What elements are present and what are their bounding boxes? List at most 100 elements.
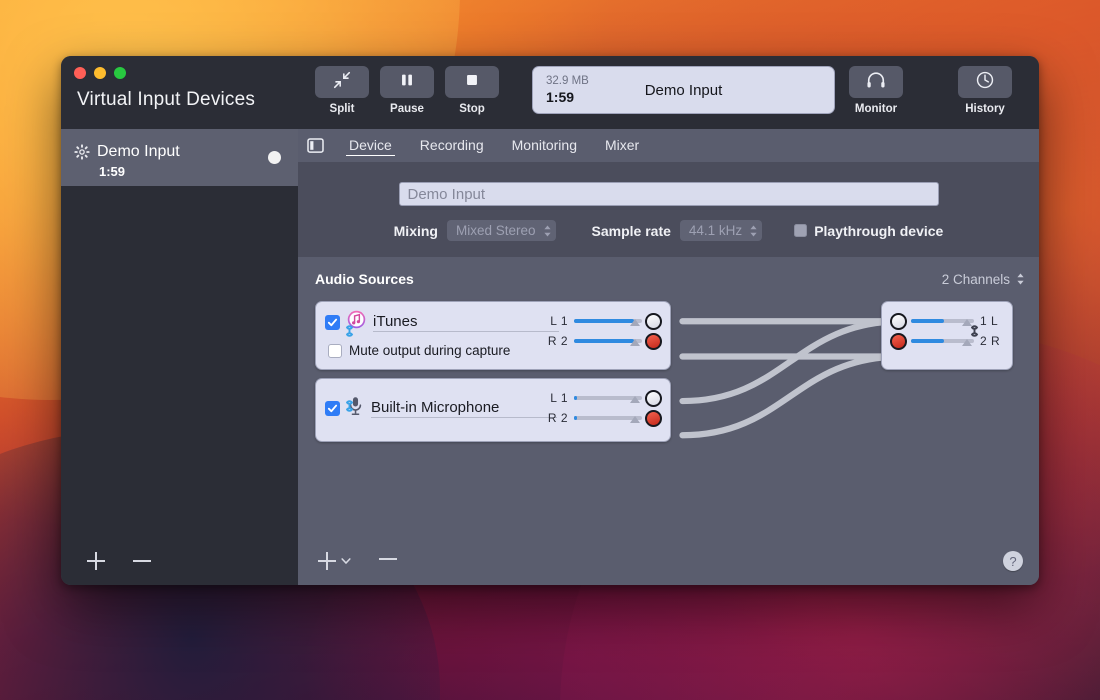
pan-marker-icon (630, 416, 640, 423)
source-name: iTunes (373, 313, 559, 332)
output-jack-l[interactable] (645, 313, 662, 330)
level-slider-r[interactable] (574, 411, 642, 425)
monitor-label: Monitor (855, 103, 897, 115)
mixing-value: Mixed Stereo (456, 223, 536, 238)
output-link-icon[interactable] (968, 320, 981, 347)
mute-during-capture-checkbox[interactable]: Mute output during capture (328, 343, 540, 358)
recording-status-field[interactable]: 32.9 MB 1:59 Demo Input (532, 66, 835, 114)
remove-source-button[interactable] (377, 548, 399, 575)
source-name: Built-in Microphone (371, 399, 557, 418)
source-channel-sliders: L 1 R 2 (542, 388, 662, 428)
channel-label-r: R 2 (542, 334, 568, 348)
audio-sources-title: Audio Sources (315, 271, 414, 287)
checkbox-box (794, 224, 807, 237)
pause-icon (398, 71, 416, 94)
device-name-input[interactable]: Demo Input (399, 182, 939, 206)
sample-rate-value: 44.1 kHz (689, 223, 742, 238)
source-info: Built-in Microphone (325, 396, 540, 421)
split-label: Split (330, 103, 355, 115)
add-source-button[interactable] (316, 550, 351, 572)
sidebar-footer (61, 537, 298, 585)
device-name: Demo Input (97, 143, 180, 161)
device-name-placeholder: Demo Input (408, 186, 486, 203)
add-device-button[interactable] (85, 550, 107, 572)
output-row-l: 1 L (890, 311, 1006, 331)
output-level-slider-l[interactable] (911, 314, 974, 328)
audio-sources-panel: Audio Sources 2 Channels (298, 257, 1039, 537)
app-window: Virtual Input Devices (61, 56, 1039, 585)
source-card-microphone[interactable]: Built-in Microphone L 1 R 2 (315, 378, 671, 442)
pan-marker-icon (630, 319, 640, 326)
sample-rate-select[interactable]: 44.1 kHz (680, 220, 762, 241)
pause-label: Pause (390, 103, 424, 115)
sidebar-item-demo-input[interactable]: Demo Input 1:59 (61, 129, 298, 186)
channel-label-l: L 1 (542, 391, 568, 405)
sidebar-header: Virtual Input Devices (61, 56, 298, 129)
chevron-updown-icon (749, 224, 758, 238)
input-jack-r[interactable] (890, 333, 907, 350)
source-channel-sliders: L 1 R 2 (542, 311, 662, 351)
history-button[interactable]: History (956, 66, 1014, 115)
output-level-slider-r[interactable] (911, 334, 974, 348)
tab-monitoring[interactable]: Monitoring (498, 129, 591, 162)
output-channel-sliders: 1 L 2 R (890, 311, 1006, 351)
channel-link-icon[interactable] (343, 320, 356, 347)
toolbar: Split Pause (298, 56, 1039, 129)
traffic-lights (74, 67, 126, 79)
patch-cables (298, 257, 1039, 495)
source-card-itunes[interactable]: iTunes Mute output during capture L 1 (315, 301, 671, 370)
channel-label-r: R 2 (542, 411, 568, 425)
level-slider-r[interactable] (574, 334, 642, 348)
output-jack-r[interactable] (645, 333, 662, 350)
channel-label-l: L 1 (542, 314, 568, 328)
output-jack-l[interactable] (645, 390, 662, 407)
pause-button[interactable]: Pause (378, 66, 436, 115)
sources-bottom-bar: ? (298, 537, 1039, 585)
device-options-row: Mixing Mixed Stereo Sample rate 44.1 kHz (298, 220, 1039, 241)
playthrough-checkbox[interactable]: Playthrough device (794, 223, 943, 239)
help-button[interactable]: ? (1003, 551, 1023, 571)
source-enabled-checkbox[interactable] (325, 315, 340, 330)
sidebar: Virtual Input Devices (61, 56, 298, 585)
remove-device-button[interactable] (131, 550, 153, 572)
split-icon (332, 70, 352, 95)
monitor-button[interactable]: Monitor (847, 66, 905, 115)
pan-marker-icon (630, 396, 640, 403)
recording-size: 32.9 MB (546, 75, 589, 88)
tab-recording[interactable]: Recording (406, 129, 498, 162)
checkbox-box (328, 344, 342, 358)
level-slider-l[interactable] (574, 314, 642, 328)
output-label-r: 2 R (980, 334, 1006, 348)
chevron-updown-icon (1016, 272, 1025, 286)
recording-time: 1:59 (546, 89, 589, 105)
sidebar-toggle-icon[interactable] (305, 136, 325, 156)
app-title: Virtual Input Devices (77, 89, 255, 111)
mixing-select[interactable]: Mixed Stereo (447, 220, 556, 241)
tab-device[interactable]: Device (335, 129, 406, 162)
split-button[interactable]: Split (313, 66, 371, 115)
tab-mixer[interactable]: Mixer (591, 129, 653, 162)
device-settings-panel: Demo Input Mixing Mixed Stereo Sampl (298, 162, 1039, 257)
audio-sources-header: Audio Sources 2 Channels (298, 257, 1039, 290)
output-label-l: 1 L (980, 314, 1006, 328)
zoom-button[interactable] (114, 67, 126, 79)
tabs: Device Recording Monitoring Mixer (335, 129, 653, 162)
output-jack-r[interactable] (645, 410, 662, 427)
output-channels-card[interactable]: 1 L 2 R (881, 301, 1013, 370)
minimize-button[interactable] (94, 67, 106, 79)
channels-value: 2 Channels (942, 272, 1010, 287)
gear-icon (74, 144, 90, 160)
level-slider-l[interactable] (574, 391, 642, 405)
channels-select[interactable]: 2 Channels (942, 272, 1025, 287)
source-enabled-checkbox[interactable] (325, 401, 340, 416)
stop-button[interactable]: Stop (443, 66, 501, 115)
channel-link-icon[interactable] (343, 395, 356, 422)
close-button[interactable] (74, 67, 86, 79)
pan-marker-icon (630, 339, 640, 346)
input-jack-l[interactable] (890, 313, 907, 330)
mute-label: Mute output during capture (349, 343, 510, 358)
channel-row-r: R 2 (542, 331, 662, 351)
output-row-r: 2 R (890, 331, 1006, 351)
desktop-wallpaper: Virtual Input Devices (0, 0, 1100, 700)
channel-row-r: R 2 (542, 408, 662, 428)
